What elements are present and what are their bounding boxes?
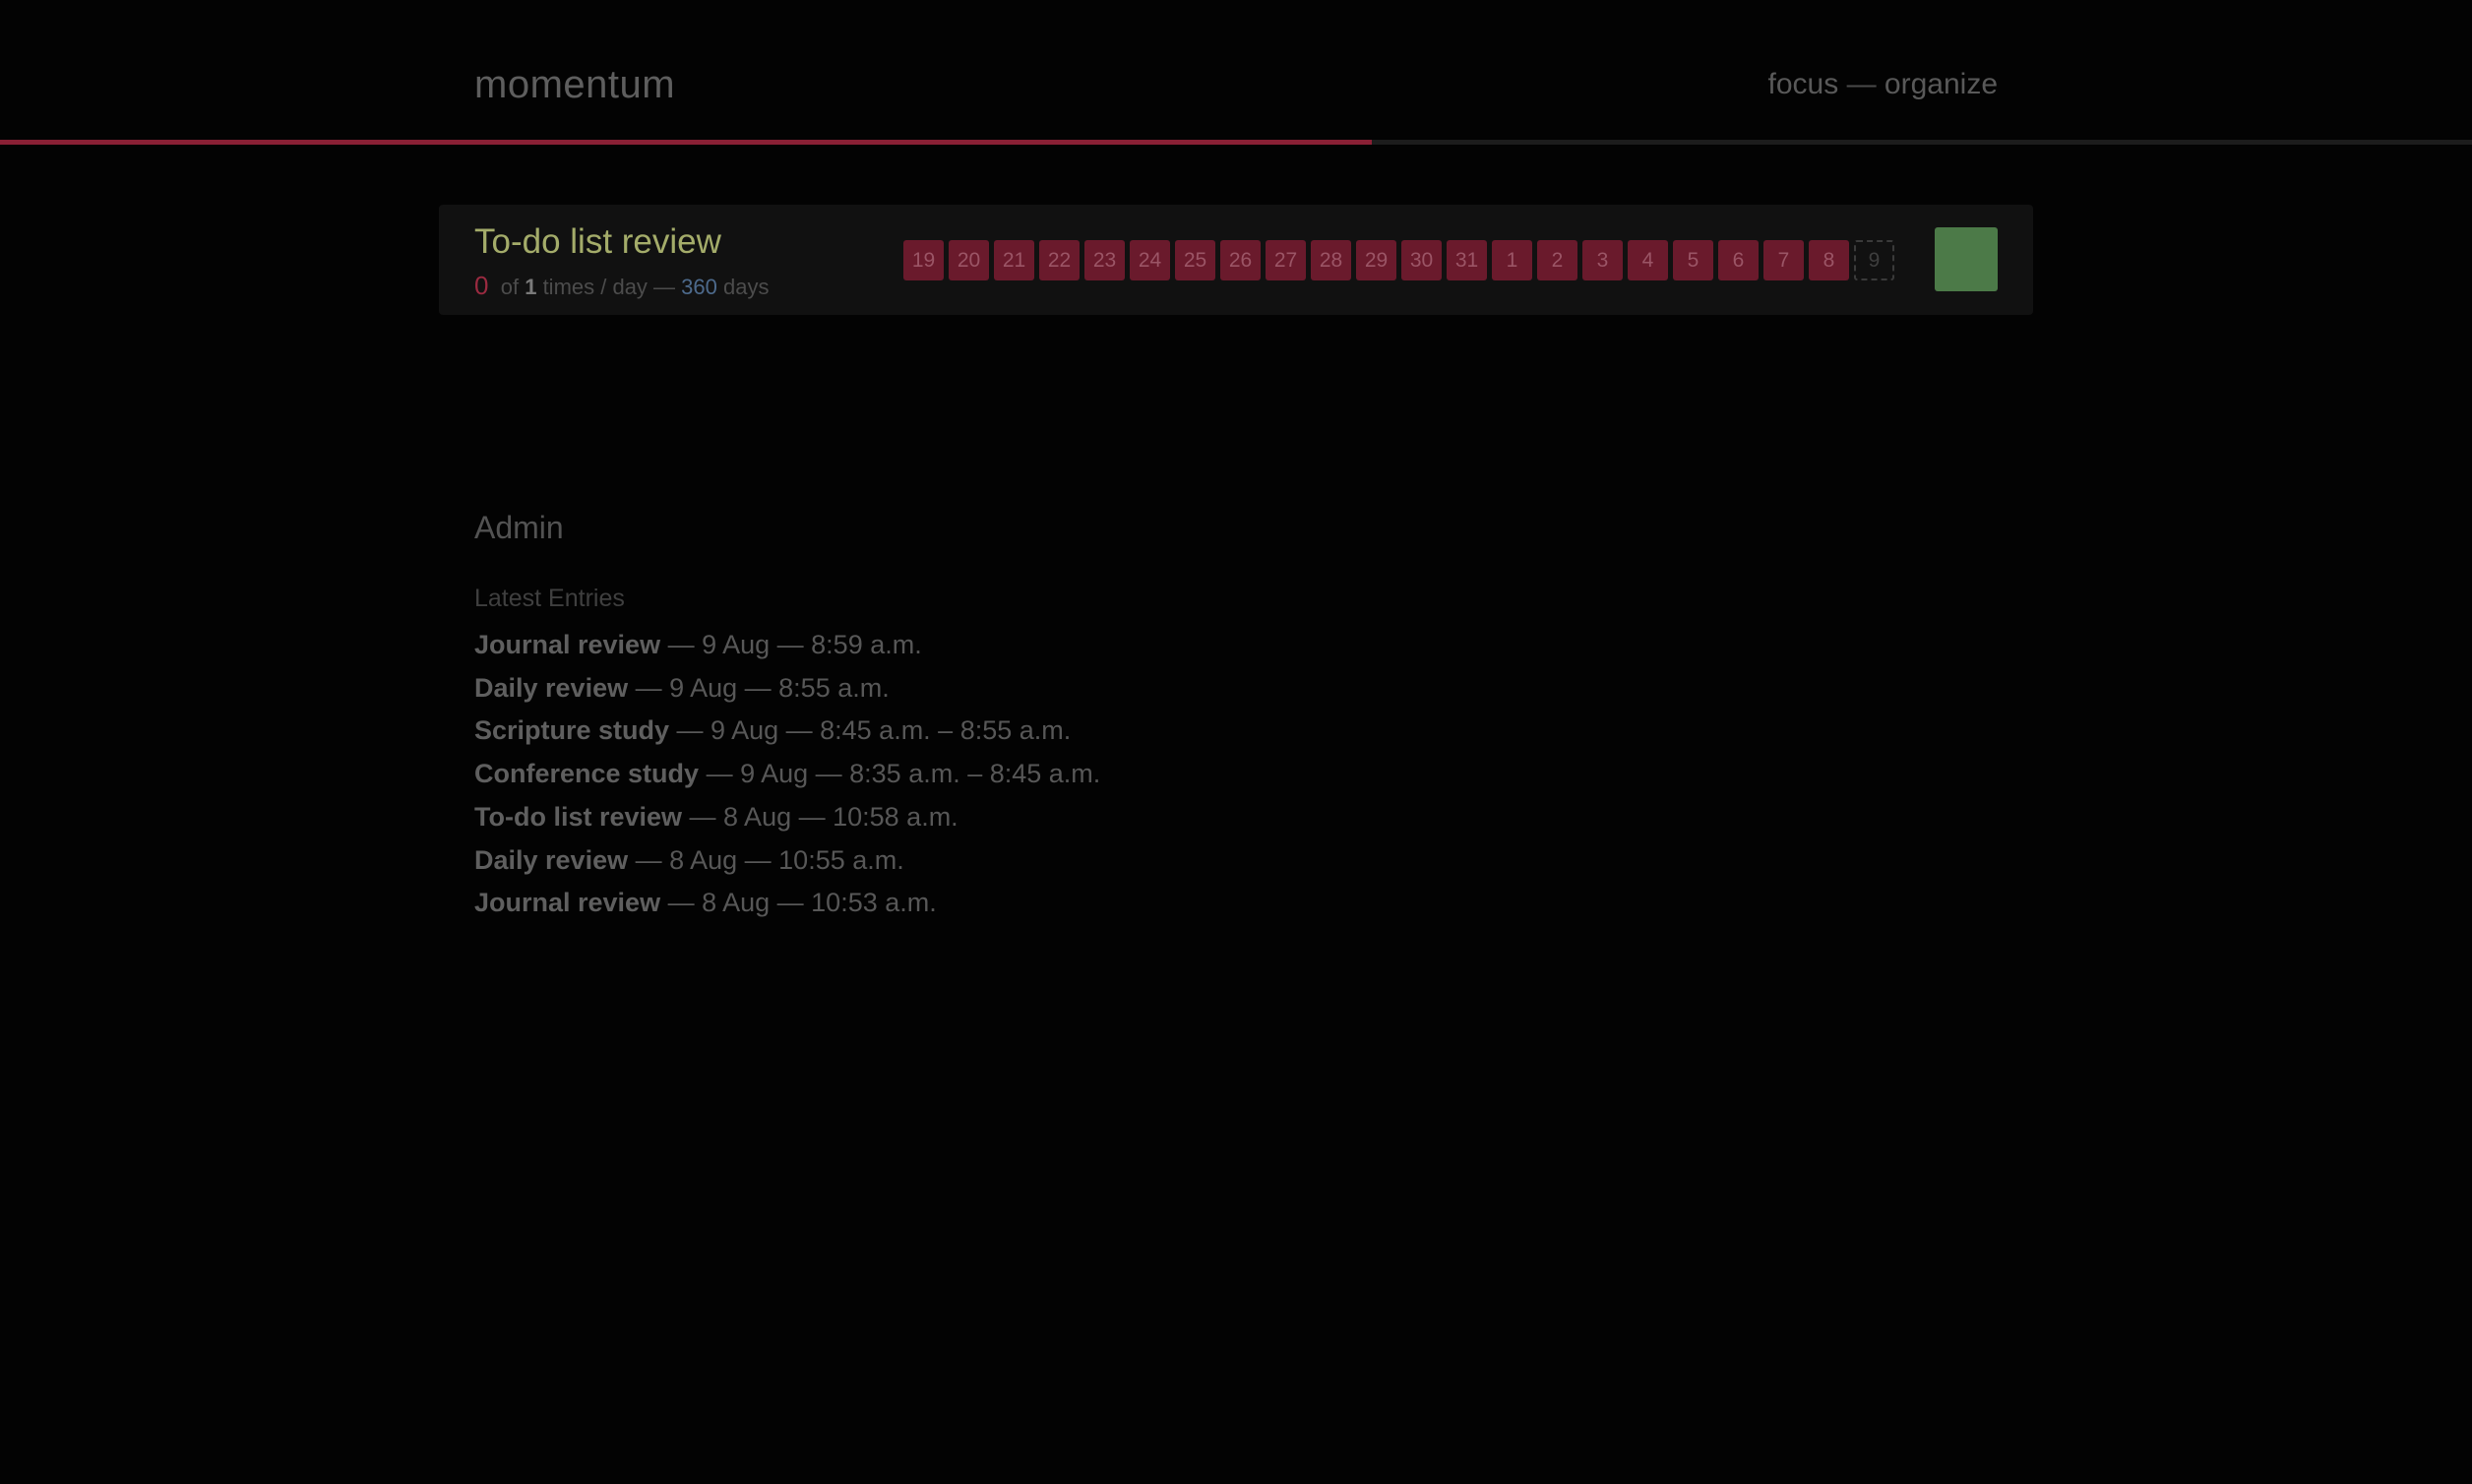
habit-day-cell[interactable]: 30 [1401, 240, 1442, 280]
habit-streak-days: 360 [681, 275, 717, 299]
entry-item: Daily review — 8 Aug — 10:55 a.m. [474, 839, 1100, 883]
latest-entries-list: Journal review — 9 Aug — 8:59 a.m. Daily … [474, 624, 1100, 925]
habit-day-cell[interactable]: 19 [903, 240, 944, 280]
site-header: momentum focus — organize [0, 0, 2472, 138]
entry-item: Daily review — 9 Aug — 8:55 a.m. [474, 667, 1100, 711]
habit-day-cell[interactable]: 31 [1447, 240, 1487, 280]
entry-detail: — 8 Aug — 10:58 a.m. [682, 801, 958, 832]
habit-day-cell[interactable]: 28 [1311, 240, 1351, 280]
habit-day-cell[interactable]: 20 [949, 240, 989, 280]
entry-item: Journal review — 9 Aug — 8:59 a.m. [474, 624, 1100, 667]
top-nav: focus — organize [1768, 65, 1998, 104]
habit-stats: 0 of 1 times / day — 360 days [474, 272, 770, 301]
entry-detail: — 9 Aug — 8:59 a.m. [660, 630, 922, 659]
entry-name-link[interactable]: Scripture study [474, 715, 669, 745]
entry-item: Conference study — 9 Aug — 8:35 a.m. – 8… [474, 753, 1100, 796]
habit-day-cell[interactable]: 2 [1537, 240, 1577, 280]
admin-heading[interactable]: Admin [474, 508, 564, 547]
habit-day-cell[interactable]: 1 [1492, 240, 1532, 280]
entry-detail: — 9 Aug — 8:45 a.m. – 8:55 a.m. [669, 715, 1072, 746]
complete-habit-button[interactable] [1935, 227, 1998, 291]
habit-done-count: 0 [474, 271, 489, 300]
entry-name-link[interactable]: Daily review [474, 673, 628, 703]
nav-separator: — [1838, 68, 1885, 100]
entry-name-link[interactable]: To-do list review [474, 802, 682, 832]
entry-name-link[interactable]: Journal review [474, 630, 660, 659]
day-progress-bar [0, 140, 2472, 145]
nav-organize-link[interactable]: organize [1885, 68, 1998, 100]
nav-focus-link[interactable]: focus [1768, 68, 1839, 100]
entry-item: Scripture study — 9 Aug — 8:45 a.m. – 8:… [474, 710, 1100, 753]
entry-name-link[interactable]: Conference study [474, 759, 699, 788]
day-progress-fill [0, 140, 1373, 145]
habit-day-cell[interactable]: 7 [1763, 240, 1804, 280]
habit-day-cell[interactable]: 27 [1266, 240, 1306, 280]
habit-name[interactable]: To-do list review [474, 220, 721, 264]
habit-per-text: times / day — [542, 275, 676, 299]
habit-day-cell[interactable]: 3 [1582, 240, 1623, 280]
habit-day-cell[interactable]: 8 [1809, 240, 1849, 280]
habit-day-cell[interactable]: 4 [1628, 240, 1668, 280]
brand-logo[interactable]: momentum [474, 61, 675, 108]
entry-detail: — 8 Aug — 10:53 a.m. [660, 888, 937, 918]
habit-days-text: days [723, 275, 770, 299]
habit-day-today[interactable]: 9 [1854, 240, 1894, 280]
entry-detail: — 9 Aug — 8:55 a.m. [628, 672, 890, 703]
habit-card: To-do list review 0 of 1 times / day — 3… [439, 205, 2033, 315]
habit-day-cell[interactable]: 6 [1718, 240, 1759, 280]
habit-day-cell[interactable]: 5 [1673, 240, 1713, 280]
entry-name-link[interactable]: Daily review [474, 845, 628, 875]
entry-item: To-do list review — 8 Aug — 10:58 a.m. [474, 796, 1100, 839]
entry-item: Journal review — 8 Aug — 10:53 a.m. [474, 882, 1100, 925]
habit-day-cell[interactable]: 22 [1039, 240, 1080, 280]
latest-entries-heading: Latest Entries [474, 585, 625, 612]
habit-target: 1 [525, 275, 537, 299]
entry-detail: — 8 Aug — 10:55 a.m. [628, 844, 904, 875]
entry-name-link[interactable]: Journal review [474, 888, 660, 917]
habit-day-cell[interactable]: 21 [994, 240, 1034, 280]
habit-day-cell[interactable]: 29 [1356, 240, 1396, 280]
entry-detail: — 9 Aug — 8:35 a.m. – 8:45 a.m. [699, 759, 1101, 789]
habit-day-cell[interactable]: 25 [1175, 240, 1215, 280]
habit-day-cell[interactable]: 26 [1220, 240, 1261, 280]
habit-day-history: 19 20 21 22 23 24 25 26 27 28 29 30 31 1 2 3 4 5 6 7 8 9 [903, 240, 1894, 280]
habit-of-text: of [500, 275, 520, 299]
habit-day-cell[interactable]: 24 [1130, 240, 1170, 280]
habit-day-cell[interactable]: 23 [1084, 240, 1125, 280]
